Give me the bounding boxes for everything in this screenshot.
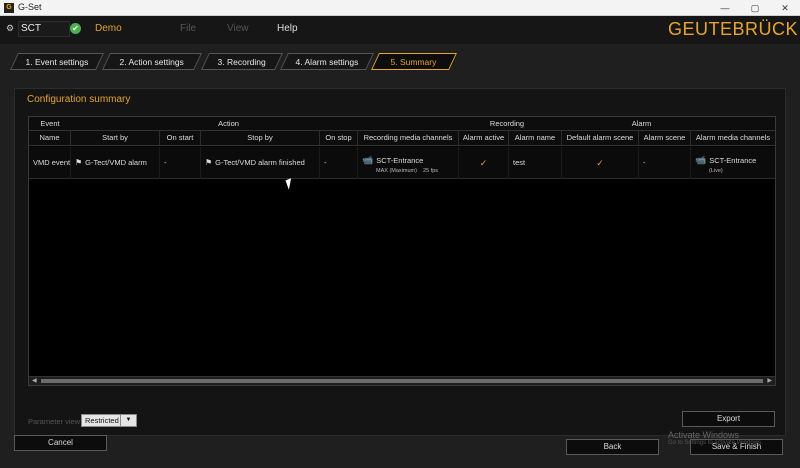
scrollbar-thumb[interactable] (41, 379, 763, 383)
app-icon: G (4, 3, 14, 13)
configuration-summary-panel: Configuration summary Event Action Recor… (14, 88, 786, 436)
cancel-button[interactable]: Cancel (14, 435, 107, 451)
col-recording-media-channels[interactable]: Recording media channels (358, 131, 459, 145)
cell-start-by: ⚑ G-Tect/VMD alarm (71, 147, 160, 179)
parameter-view-select[interactable]: Restricted ▼ (81, 414, 137, 427)
group-alarm: Alarm (631, 119, 652, 128)
cell-name: VMD event (29, 147, 71, 179)
activate-windows-watermark: Activate Windows Go to Settings to activ… (668, 430, 763, 446)
tab-alarm-settings[interactable]: 4. Alarm settings (280, 53, 374, 70)
scroll-right-icon[interactable]: ▶ (767, 377, 772, 386)
connected-check-icon: ✔ (70, 23, 81, 34)
group-action: Action (218, 119, 239, 128)
tab-summary[interactable]: 5. Summary (371, 53, 457, 70)
parameter-view-label: Parameter view: (28, 417, 83, 426)
col-on-start[interactable]: On start (160, 131, 201, 145)
tab-recording[interactable]: 3. Recording (201, 53, 283, 70)
cell-alarm-media-channels: 📹 SCT-Entrance (Live) (695, 155, 757, 175)
brand-logo: GEUTEBRÜCK (668, 19, 799, 39)
top-bar: ⚙ SCT ✔ Demo File View Help GEUTEBRÜCK (0, 16, 800, 44)
cell-stop-by: ⚑ G-Tect/VMD alarm finished (201, 147, 320, 179)
cell-alarm-scene: - (639, 147, 691, 179)
export-button[interactable]: Export (682, 411, 775, 427)
group-event: Event (40, 119, 60, 128)
cell-alarm-name: test (509, 147, 562, 179)
flag-icon: ⚑ (205, 158, 213, 167)
col-alarm-name[interactable]: Alarm name (509, 131, 562, 145)
app-window: ⚙ SCT ✔ Demo File View Help GEUTEBRÜCK 1… (0, 16, 800, 468)
server-name: SCT (21, 23, 41, 34)
tab-action-settings[interactable]: 2. Action settings (102, 53, 202, 70)
profile-name: Demo (95, 23, 122, 34)
check-icon: ✓ (596, 158, 604, 168)
column-header-row: Name Start by On start Stop by On stop R… (29, 131, 775, 146)
close-button[interactable]: ✕ (770, 1, 800, 15)
flag-icon: ⚑ (75, 158, 83, 167)
scroll-left-icon[interactable]: ◀ (32, 377, 37, 386)
recording-quality: MAX (Maximum) (376, 168, 417, 174)
tab-event-settings[interactable]: 1. Event settings (10, 53, 104, 70)
recording-fps: 25 fps (423, 168, 439, 174)
cell-default-alarm-scene: ✓ (562, 147, 639, 179)
window-title: G-Set (18, 2, 42, 12)
col-default-alarm-scene[interactable]: Default alarm scene (562, 131, 639, 145)
maximize-button[interactable]: ▢ (740, 1, 770, 15)
camera-icon: 📹 (695, 155, 707, 165)
chevron-down-icon: ▼ (120, 415, 136, 426)
cell-recording-media-channels: 📹 SCT-Entrance MAX (Maximum) 25 fps (358, 147, 459, 179)
camera-icon: 📹 (362, 155, 374, 165)
col-alarm-media-channels[interactable]: Alarm media channels (691, 131, 775, 145)
server-icon: ⚙ (6, 23, 15, 33)
table-row[interactable]: VMD event ⚑ G-Tect/VMD alarm - ⚑ G-Tect/VM… (29, 147, 775, 179)
cell-on-start: - (160, 147, 201, 179)
horizontal-scrollbar[interactable]: ◀ ▶ (29, 376, 775, 385)
menu-view[interactable]: View (227, 23, 249, 34)
col-alarm-active[interactable]: Alarm active (459, 131, 509, 145)
alarm-channel-mode: (Live) (709, 168, 723, 174)
col-start-by[interactable]: Start by (71, 131, 160, 145)
cell-alarm-active: ✓ (459, 147, 509, 179)
panel-title: Configuration summary (27, 94, 131, 105)
minimize-button[interactable]: — (710, 1, 740, 15)
check-icon: ✓ (479, 158, 488, 168)
window-titlebar: G G-Set — ▢ ✕ (0, 0, 800, 16)
col-on-stop[interactable]: On stop (320, 131, 358, 145)
menu-file[interactable]: File (180, 23, 196, 34)
group-header-row: Event Action Recording Alarm (29, 117, 775, 131)
col-alarm-scene[interactable]: Alarm scene (639, 131, 691, 145)
back-button[interactable]: Back (566, 439, 659, 455)
col-stop-by[interactable]: Stop by (201, 131, 320, 145)
cell-on-stop: - (320, 147, 358, 179)
menu-help[interactable]: Help (277, 23, 298, 34)
col-name[interactable]: Name (29, 131, 71, 145)
summary-table: Event Action Recording Alarm Name Start … (28, 116, 776, 386)
